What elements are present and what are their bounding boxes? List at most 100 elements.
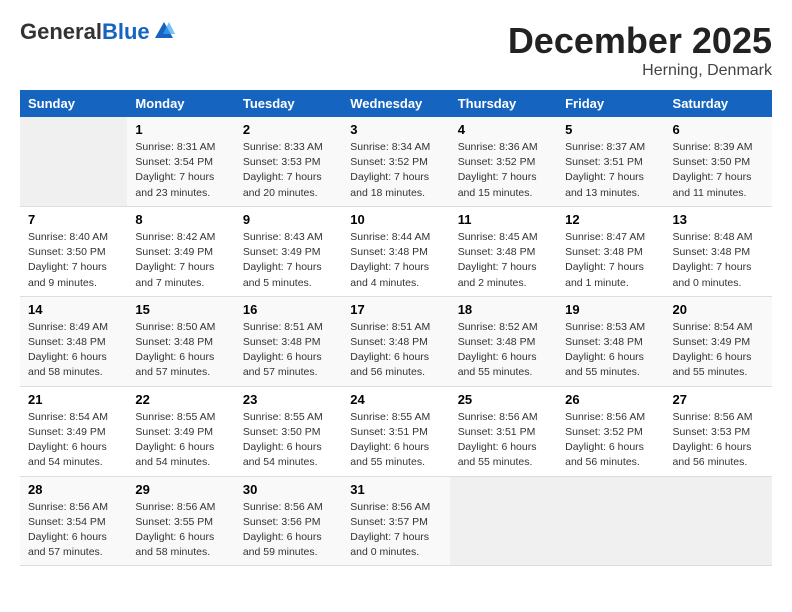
day-info: Sunrise: 8:56 AMSunset: 3:56 PMDaylight:…: [243, 500, 334, 561]
day-info: Sunrise: 8:54 AMSunset: 3:49 PMDaylight:…: [28, 410, 119, 471]
day-number: 21: [28, 392, 119, 407]
day-info: Sunrise: 8:34 AMSunset: 3:52 PMDaylight:…: [350, 140, 441, 201]
day-number: 31: [350, 482, 441, 497]
calendar-cell: 25Sunrise: 8:56 AMSunset: 3:51 PMDayligh…: [450, 386, 557, 476]
calendar-week-row: 28 Sunrise: 8:56 AMSunset: 3:54 PMDayligh…: [20, 476, 772, 566]
day-number: 12: [565, 212, 656, 227]
day-info: Sunrise: 8:48 AMSunset: 3:48 PMDaylight:…: [673, 230, 764, 291]
main-title: December 2025: [508, 20, 772, 62]
day-info: Sunrise: 8:51 AMSunset: 3:48 PMDaylight:…: [243, 320, 334, 381]
day-info: Sunrise: 8:39 AMSunset: 3:50 PMDaylight:…: [673, 140, 764, 201]
day-number: 4: [458, 122, 549, 137]
logo: GeneralBlue: [20, 20, 175, 44]
column-header-thursday: Thursday: [450, 90, 557, 117]
calendar-cell: 9Sunrise: 8:43 AMSunset: 3:49 PMDaylight…: [235, 206, 342, 296]
calendar-cell: 30 Sunrise: 8:56 AMSunset: 3:56 PMDayligh…: [235, 476, 342, 566]
calendar-cell: [557, 476, 664, 566]
day-number: 18: [458, 302, 549, 317]
calendar-cell: 6 Sunrise: 8:39 AMSunset: 3:50 PMDaylight…: [665, 117, 772, 206]
day-number: 24: [350, 392, 441, 407]
day-number: 29: [135, 482, 226, 497]
day-info: Sunrise: 8:55 AMSunset: 3:50 PMDaylight:…: [243, 410, 334, 471]
calendar-cell: 16 Sunrise: 8:51 AMSunset: 3:48 PMDayligh…: [235, 296, 342, 386]
calendar-cell: [665, 476, 772, 566]
day-info: Sunrise: 8:47 AMSunset: 3:48 PMDaylight:…: [565, 230, 656, 291]
day-info: Sunrise: 8:56 AMSunset: 3:52 PMDaylight:…: [565, 410, 656, 471]
day-number: 6: [673, 122, 764, 137]
calendar-cell: 24 Sunrise: 8:55 AMSunset: 3:51 PMDayligh…: [342, 386, 449, 476]
page-header: GeneralBlue December 2025 Herning, Denma…: [20, 20, 772, 80]
day-info: Sunrise: 8:37 AMSunset: 3:51 PMDaylight:…: [565, 140, 656, 201]
calendar-week-row: 21 Sunrise: 8:54 AMSunset: 3:49 PMDayligh…: [20, 386, 772, 476]
day-info: Sunrise: 8:44 AMSunset: 3:48 PMDaylight:…: [350, 230, 441, 291]
day-number: 2: [243, 122, 334, 137]
title-block: December 2025 Herning, Denmark: [508, 20, 772, 80]
calendar-cell: 31 Sunrise: 8:56 AMSunset: 3:57 PMDayligh…: [342, 476, 449, 566]
day-number: 3: [350, 122, 441, 137]
calendar-cell: 12 Sunrise: 8:47 AMSunset: 3:48 PMDayligh…: [557, 206, 664, 296]
calendar-cell: 21 Sunrise: 8:54 AMSunset: 3:49 PMDayligh…: [20, 386, 127, 476]
calendar-cell: [20, 117, 127, 206]
day-number: 23: [243, 392, 334, 407]
calendar-cell: 29 Sunrise: 8:56 AMSunset: 3:55 PMDayligh…: [127, 476, 234, 566]
day-number: 15: [135, 302, 226, 317]
calendar-header-row: SundayMondayTuesdayWednesdayThursdayFrid…: [20, 90, 772, 117]
day-info: Sunrise: 8:49 AMSunset: 3:48 PMDaylight:…: [28, 320, 119, 381]
subtitle: Herning, Denmark: [508, 62, 772, 80]
calendar-cell: 5 Sunrise: 8:37 AMSunset: 3:51 PMDaylight…: [557, 117, 664, 206]
day-info: Sunrise: 8:50 AMSunset: 3:48 PMDaylight:…: [135, 320, 226, 381]
logo-blue-text: Blue: [102, 19, 150, 44]
day-info: Sunrise: 8:53 AMSunset: 3:48 PMDaylight:…: [565, 320, 656, 381]
day-number: 22: [135, 392, 226, 407]
logo-general-text: General: [20, 19, 102, 44]
calendar-cell: 20Sunrise: 8:54 AMSunset: 3:49 PMDayligh…: [665, 296, 772, 386]
day-number: 16: [243, 302, 334, 317]
day-number: 25: [458, 392, 549, 407]
day-info: Sunrise: 8:56 AMSunset: 3:54 PMDaylight:…: [28, 500, 119, 561]
day-info: Sunrise: 8:51 AMSunset: 3:48 PMDaylight:…: [350, 320, 441, 381]
calendar-cell: 7Sunrise: 8:40 AMSunset: 3:50 PMDaylight…: [20, 206, 127, 296]
calendar-table: SundayMondayTuesdayWednesdayThursdayFrid…: [20, 90, 772, 566]
day-info: Sunrise: 8:54 AMSunset: 3:49 PMDaylight:…: [673, 320, 764, 381]
calendar-cell: 10 Sunrise: 8:44 AMSunset: 3:48 PMDayligh…: [342, 206, 449, 296]
calendar-week-row: 7Sunrise: 8:40 AMSunset: 3:50 PMDaylight…: [20, 206, 772, 296]
day-info: Sunrise: 8:55 AMSunset: 3:51 PMDaylight:…: [350, 410, 441, 471]
day-number: 11: [458, 212, 549, 227]
day-info: Sunrise: 8:31 AMSunset: 3:54 PMDaylight:…: [135, 140, 226, 201]
calendar-cell: 2 Sunrise: 8:33 AMSunset: 3:53 PMDaylight…: [235, 117, 342, 206]
calendar-cell: 18Sunrise: 8:52 AMSunset: 3:48 PMDayligh…: [450, 296, 557, 386]
day-info: Sunrise: 8:43 AMSunset: 3:49 PMDaylight:…: [243, 230, 334, 291]
calendar-cell: 14 Sunrise: 8:49 AMSunset: 3:48 PMDayligh…: [20, 296, 127, 386]
day-info: Sunrise: 8:42 AMSunset: 3:49 PMDaylight:…: [135, 230, 226, 291]
calendar-cell: 1 Sunrise: 8:31 AMSunset: 3:54 PMDaylight…: [127, 117, 234, 206]
day-number: 19: [565, 302, 656, 317]
column-header-friday: Friday: [557, 90, 664, 117]
calendar-cell: [450, 476, 557, 566]
day-number: 13: [673, 212, 764, 227]
calendar-week-row: 14 Sunrise: 8:49 AMSunset: 3:48 PMDayligh…: [20, 296, 772, 386]
day-number: 10: [350, 212, 441, 227]
day-number: 14: [28, 302, 119, 317]
calendar-cell: 11 Sunrise: 8:45 AMSunset: 3:48 PMDayligh…: [450, 206, 557, 296]
day-info: Sunrise: 8:56 AMSunset: 3:57 PMDaylight:…: [350, 500, 441, 561]
day-info: Sunrise: 8:56 AMSunset: 3:53 PMDaylight:…: [673, 410, 764, 471]
day-number: 28: [28, 482, 119, 497]
day-number: 5: [565, 122, 656, 137]
day-number: 30: [243, 482, 334, 497]
day-number: 26: [565, 392, 656, 407]
day-info: Sunrise: 8:36 AMSunset: 3:52 PMDaylight:…: [458, 140, 549, 201]
logo-icon: [153, 20, 175, 42]
day-info: Sunrise: 8:55 AMSunset: 3:49 PMDaylight:…: [135, 410, 226, 471]
calendar-cell: 19 Sunrise: 8:53 AMSunset: 3:48 PMDayligh…: [557, 296, 664, 386]
day-info: Sunrise: 8:45 AMSunset: 3:48 PMDaylight:…: [458, 230, 549, 291]
day-number: 27: [673, 392, 764, 407]
calendar-cell: 28 Sunrise: 8:56 AMSunset: 3:54 PMDayligh…: [20, 476, 127, 566]
column-header-tuesday: Tuesday: [235, 90, 342, 117]
column-header-wednesday: Wednesday: [342, 90, 449, 117]
day-info: Sunrise: 8:56 AMSunset: 3:55 PMDaylight:…: [135, 500, 226, 561]
calendar-cell: 17Sunrise: 8:51 AMSunset: 3:48 PMDayligh…: [342, 296, 449, 386]
calendar-cell: 27 Sunrise: 8:56 AMSunset: 3:53 PMDayligh…: [665, 386, 772, 476]
calendar-cell: 13 Sunrise: 8:48 AMSunset: 3:48 PMDayligh…: [665, 206, 772, 296]
day-number: 1: [135, 122, 226, 137]
day-info: Sunrise: 8:33 AMSunset: 3:53 PMDaylight:…: [243, 140, 334, 201]
